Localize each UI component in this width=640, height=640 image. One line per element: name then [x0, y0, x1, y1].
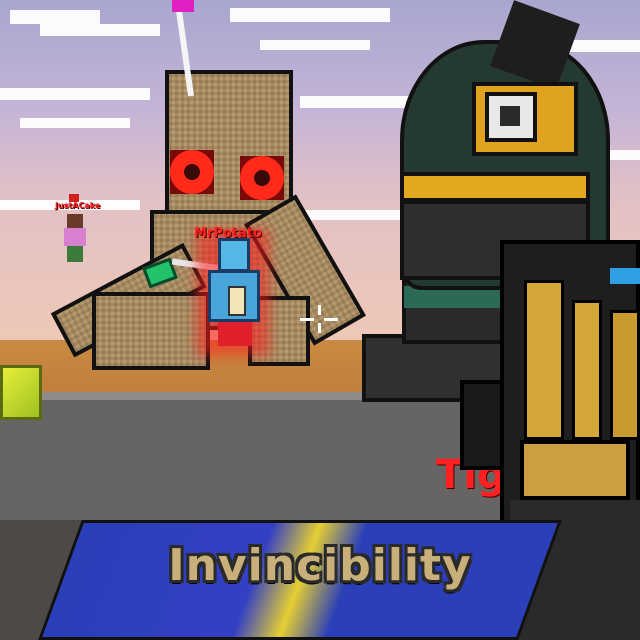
cloud: [230, 8, 390, 22]
crosshair-icon: [300, 305, 340, 335]
statue-gold-band: [400, 172, 590, 202]
near-player[interactable]: [196, 230, 270, 356]
cloud: [20, 118, 130, 128]
pickup-block: [0, 365, 42, 420]
far-player-name: JustACake: [55, 201, 101, 210]
weapon-gold-grip: [520, 440, 630, 500]
figure-antenna-tip: [172, 0, 194, 12]
cloud: [300, 210, 400, 220]
cloud: [10, 10, 100, 24]
far-player[interactable]: [62, 214, 88, 262]
far-player-head: [67, 214, 83, 228]
cloud: [0, 88, 150, 100]
near-player-jetpack: [228, 286, 246, 316]
figure-leg-left: [92, 292, 210, 370]
figure-eye-right: [240, 156, 284, 200]
far-player-body: [64, 228, 86, 246]
weapon-gold-panel-2: [572, 300, 602, 440]
figure-eye-left: [170, 150, 214, 194]
near-player-name: MrPotato: [194, 226, 262, 241]
cloud: [40, 24, 160, 36]
buff-label: Invincibility: [168, 540, 472, 591]
far-player-legs: [67, 246, 83, 262]
near-player-legs: [218, 322, 252, 346]
weapon-gold-panel-3: [610, 310, 640, 440]
game-viewport[interactable]: MrPotato JustACake Tig Invincibility: [0, 0, 640, 640]
statue-pupil: [500, 106, 520, 126]
cloud: [260, 40, 370, 50]
weapon-gold-panel-1: [524, 280, 564, 440]
weapon-blue-light: [610, 268, 640, 284]
figure-head: [165, 70, 293, 225]
near-player-head: [218, 238, 250, 272]
